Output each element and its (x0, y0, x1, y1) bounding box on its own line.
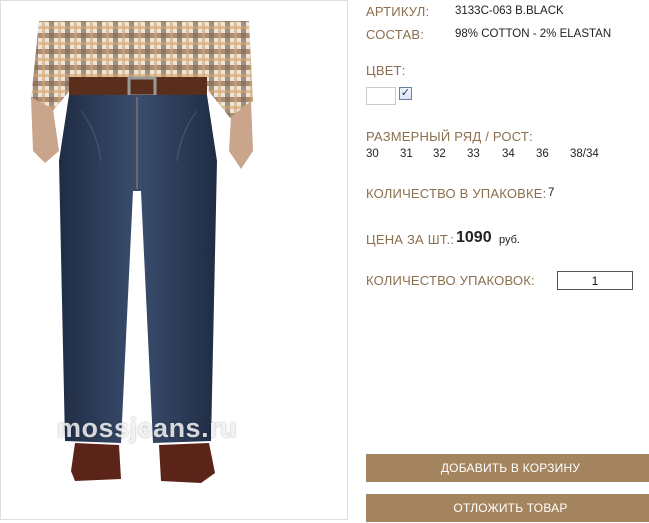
color-checkbox[interactable]: ✓ (399, 87, 412, 100)
price-value: 1090 (456, 229, 492, 246)
sizes-label: РАЗМЕРНЫЙ РЯД / РОСТ: (366, 129, 533, 144)
watermark-text: mossjeans.ru (57, 413, 238, 443)
article-label: АРТИКУЛ: (366, 4, 430, 19)
size-item: 34 (502, 148, 515, 160)
size-item: 36 (536, 148, 549, 160)
size-item: 30 (366, 148, 379, 160)
pack-qty-value: 7 (548, 187, 555, 199)
article-value: 3133C-063 B.BLACK (455, 5, 564, 17)
pack-qty-label: КОЛИЧЕСТВО В УПАКОВКЕ: (366, 186, 547, 201)
composition-label: СОСТАВ: (366, 27, 425, 42)
size-item: 38/34 (570, 148, 599, 160)
add-to-cart-button[interactable]: ДОБАВИТЬ В КОРЗИНУ (366, 454, 649, 482)
size-item: 33 (467, 148, 480, 160)
color-label: ЦВЕТ: (366, 63, 406, 78)
packs-label: КОЛИЧЕСТВО УПАКОВОК: (366, 273, 535, 288)
packs-quantity-input[interactable] (557, 271, 633, 290)
color-swatch[interactable] (366, 87, 396, 105)
price-currency: руб. (499, 234, 520, 246)
composition-value: 98% COTTON - 2% ELASTAN (455, 28, 612, 40)
price-label: ЦЕНА ЗА ШТ.: (366, 232, 455, 247)
save-item-button[interactable]: ОТЛОЖИТЬ ТОВАР (366, 494, 649, 522)
size-item: 31 (400, 148, 413, 160)
size-item: 32 (433, 148, 446, 160)
product-photo: mossjeans.ru (0, 0, 348, 520)
